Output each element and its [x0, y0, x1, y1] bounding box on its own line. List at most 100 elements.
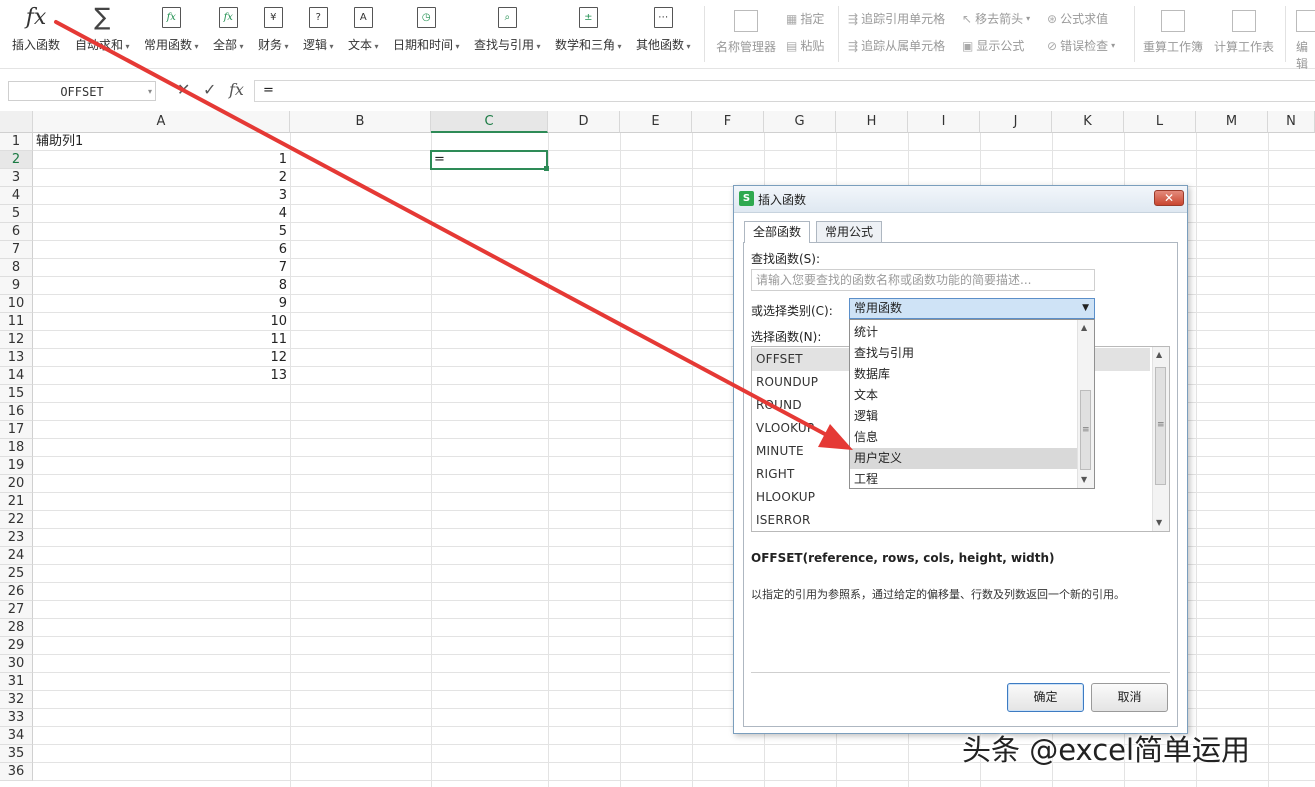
column-header-g[interactable]: G: [764, 111, 836, 133]
row-header[interactable]: 2: [0, 151, 33, 169]
fill-handle[interactable]: [544, 166, 549, 171]
column-header-a[interactable]: A: [33, 111, 290, 133]
cell-a-value[interactable]: 7: [33, 259, 287, 277]
function-list-scrollbar[interactable]: ▲ ≡ ▼: [1152, 347, 1169, 531]
show-formulas-button[interactable]: ▣ 显示公式: [962, 37, 1024, 54]
scroll-thumb[interactable]: ≡: [1080, 390, 1091, 470]
row-header[interactable]: 32: [0, 691, 33, 709]
check-icon[interactable]: ✓: [203, 80, 216, 99]
row-header[interactable]: 13: [0, 349, 33, 367]
lookup-reference-button[interactable]: ⌕ 查找与引用: [474, 4, 541, 60]
column-header-j[interactable]: J: [980, 111, 1052, 133]
chevron-down-icon[interactable]: ▾: [148, 82, 152, 102]
category-option[interactable]: 用户定义: [850, 448, 1077, 469]
common-functions-button[interactable]: fx 常用函数: [144, 4, 199, 60]
category-option[interactable]: 数据库: [853, 364, 1077, 385]
scroll-down-icon[interactable]: ▼: [1156, 518, 1162, 527]
row-header[interactable]: 5: [0, 205, 33, 223]
trace-dependents-button[interactable]: ⇶ 追踪从属单元格: [848, 37, 945, 54]
function-item[interactable]: VLOOKUP: [756, 417, 814, 440]
row-header[interactable]: 19: [0, 457, 33, 475]
function-search-input[interactable]: 请输入您要查找的函数名称或函数功能的简要描述...: [751, 269, 1095, 291]
row-header[interactable]: 30: [0, 655, 33, 673]
column-header-d[interactable]: D: [548, 111, 620, 133]
column-header-b[interactable]: B: [290, 111, 431, 133]
row-header[interactable]: 26: [0, 583, 33, 601]
cell-a-value[interactable]: 8: [33, 277, 287, 295]
cell-a-value[interactable]: 6: [33, 241, 287, 259]
category-option[interactable]: 信息: [853, 427, 1077, 448]
paste-name-button[interactable]: ▤ 粘贴: [786, 37, 824, 54]
select-all-corner[interactable]: [0, 111, 33, 133]
scroll-up-icon[interactable]: ▲: [1156, 350, 1162, 359]
row-header[interactable]: 23: [0, 529, 33, 547]
edit-button[interactable]: 编辑: [1296, 10, 1315, 72]
scroll-up-icon[interactable]: ▲: [1081, 323, 1087, 332]
row-header[interactable]: 15: [0, 385, 33, 403]
function-item[interactable]: ROUND: [756, 394, 802, 417]
cell-a-value[interactable]: 2: [33, 169, 287, 187]
autosum-button[interactable]: ∑ 自动求和: [75, 3, 130, 60]
tab-common-formulas[interactable]: 常用公式: [816, 221, 883, 242]
insert-function-button[interactable]: fx 插入函数: [12, 4, 60, 60]
row-header[interactable]: 25: [0, 565, 33, 583]
row-header[interactable]: 12: [0, 331, 33, 349]
row-header[interactable]: 21: [0, 493, 33, 511]
cell-a-value[interactable]: 12: [33, 349, 287, 367]
row-header[interactable]: 8: [0, 259, 33, 277]
recalculate-workbook-button[interactable]: 重算工作簿: [1143, 10, 1203, 55]
active-cell-c2[interactable]: =: [430, 150, 549, 171]
cancel-icon[interactable]: ✕: [177, 80, 190, 99]
row-header[interactable]: 9: [0, 277, 33, 295]
row-header[interactable]: 29: [0, 637, 33, 655]
row-header[interactable]: 28: [0, 619, 33, 637]
column-header-n[interactable]: N: [1268, 111, 1315, 133]
column-header-k[interactable]: K: [1052, 111, 1124, 133]
column-header-c[interactable]: C: [431, 111, 548, 133]
row-header[interactable]: 6: [0, 223, 33, 241]
name-box[interactable]: OFFSET ▾: [8, 81, 156, 101]
column-header-i[interactable]: I: [908, 111, 980, 133]
row-header[interactable]: 7: [0, 241, 33, 259]
cell-a-value[interactable]: 11: [33, 331, 287, 349]
column-header-l[interactable]: L: [1124, 111, 1196, 133]
cell-a-value[interactable]: 3: [33, 187, 287, 205]
row-header[interactable]: 34: [0, 727, 33, 745]
formula-input[interactable]: =: [254, 80, 1315, 102]
column-header-h[interactable]: H: [836, 111, 908, 133]
function-item[interactable]: HLOOKUP: [756, 486, 815, 509]
name-manager-button[interactable]: 名称管理器: [716, 10, 776, 55]
function-item[interactable]: ISERROR: [756, 509, 811, 531]
row-header[interactable]: 11: [0, 313, 33, 331]
cell-a-value[interactable]: 1: [33, 151, 287, 169]
error-check-button[interactable]: ⊘ 错误检查 ▾: [1047, 37, 1115, 54]
row-header[interactable]: 35: [0, 745, 33, 763]
row-header[interactable]: 36: [0, 763, 33, 781]
function-item[interactable]: ROUNDUP: [756, 371, 818, 394]
define-name-button[interactable]: ▦ 指定: [786, 10, 824, 27]
cell-a-value[interactable]: 13: [33, 367, 287, 385]
ok-button[interactable]: 确定: [1007, 683, 1084, 712]
row-header[interactable]: 20: [0, 475, 33, 493]
row-header[interactable]: 16: [0, 403, 33, 421]
fx-icon[interactable]: fx: [229, 80, 244, 99]
row-header[interactable]: 24: [0, 547, 33, 565]
category-option[interactable]: 工程: [853, 469, 1077, 490]
row-header[interactable]: 17: [0, 421, 33, 439]
cancel-button[interactable]: 取消: [1091, 683, 1168, 712]
row-header[interactable]: 33: [0, 709, 33, 727]
category-option[interactable]: 文本: [853, 385, 1077, 406]
row-header[interactable]: 22: [0, 511, 33, 529]
calculate-sheet-button[interactable]: 计算工作表: [1214, 10, 1274, 55]
cell-a1[interactable]: 辅助列1: [36, 133, 83, 151]
text-functions-button[interactable]: A 文本: [348, 4, 379, 60]
row-header[interactable]: 10: [0, 295, 33, 313]
category-option[interactable]: 逻辑: [853, 406, 1077, 427]
cell-a-value[interactable]: 9: [33, 295, 287, 313]
category-option[interactable]: 查找与引用: [853, 343, 1077, 364]
scroll-down-icon[interactable]: ▼: [1081, 475, 1087, 484]
remove-arrows-button[interactable]: ↖ 移去箭头 ▾: [962, 10, 1030, 27]
scroll-thumb[interactable]: ≡: [1155, 367, 1166, 485]
column-header-f[interactable]: F: [692, 111, 764, 133]
trace-precedents-button[interactable]: ⇶ 追踪引用单元格: [848, 10, 945, 27]
